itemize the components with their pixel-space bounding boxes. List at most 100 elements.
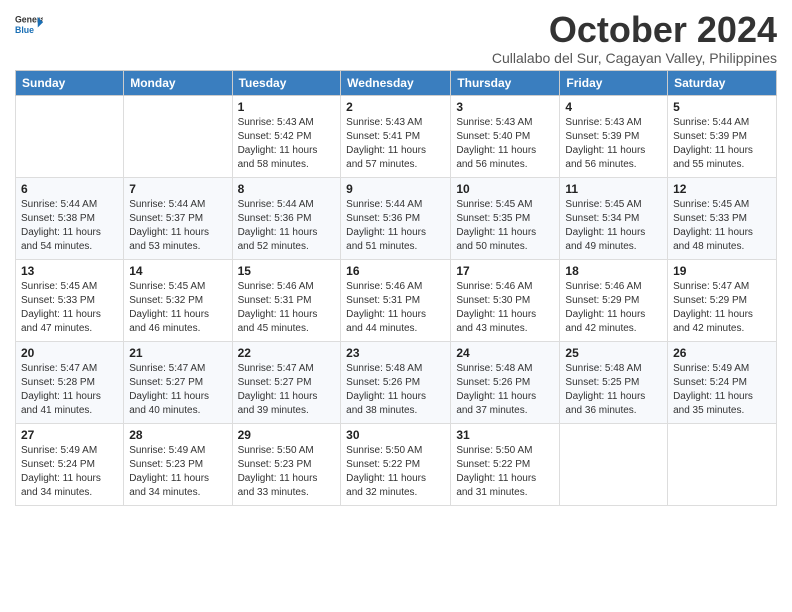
day-cell-2-1: 14 Sunrise: 5:45 AMSunset: 5:32 PMDayligh…: [124, 259, 232, 341]
day-cell-1-3: 9Sunrise: 5:44 AMSunset: 5:36 PMDaylight…: [341, 177, 451, 259]
day-number: 9: [346, 182, 445, 196]
day-number: 4: [565, 100, 662, 114]
day-number: 5: [673, 100, 771, 114]
header-wednesday: Wednesday: [341, 70, 451, 95]
day-info: Sunrise: 5:47 AMSunset: 5:28 PMDaylight:…: [21, 362, 118, 418]
day-number: 11: [565, 182, 662, 196]
day-number: 26: [673, 346, 771, 360]
day-info: Sunrise: 5:45 AMSunset: 5:35 PMDaylight:…: [456, 198, 554, 254]
day-cell-0-3: 2Sunrise: 5:43 AMSunset: 5:41 PMDaylight…: [341, 95, 451, 177]
week-row-0: 1 Sunrise: 5:43 AMSunset: 5:42 PMDaylight…: [16, 95, 777, 177]
page: General Blue October 2024 Cullalabo del …: [0, 0, 792, 612]
calendar-header-row: Sunday Monday Tuesday Wednesday Thursday…: [16, 70, 777, 95]
day-cell-0-5: 4 Sunrise: 5:43 AMSunset: 5:39 PMDaylight…: [560, 95, 668, 177]
day-number: 27: [21, 428, 118, 442]
day-cell-3-6: 26 Sunrise: 5:49 AMSunset: 5:24 PMDayligh…: [668, 341, 777, 423]
day-info: Sunrise: 5:44 AMSunset: 5:39 PMDaylight:…: [673, 116, 771, 172]
week-row-1: 6 Sunrise: 5:44 AMSunset: 5:38 PMDaylight…: [16, 177, 777, 259]
day-cell-3-4: 24 Sunrise: 5:48 AMSunset: 5:26 PMDayligh…: [451, 341, 560, 423]
day-number: 28: [129, 428, 226, 442]
day-info: Sunrise: 5:43 AMSunset: 5:39 PMDaylight:…: [565, 116, 662, 172]
day-info: Sunrise: 5:44 AMSunset: 5:36 PMDaylight:…: [238, 198, 336, 254]
day-number: 3: [456, 100, 554, 114]
day-cell-2-6: 19 Sunrise: 5:47 AMSunset: 5:29 PMDayligh…: [668, 259, 777, 341]
day-info: Sunrise: 5:47 AMSunset: 5:29 PMDaylight:…: [673, 280, 771, 336]
header-thursday: Thursday: [451, 70, 560, 95]
week-row-3: 20 Sunrise: 5:47 AMSunset: 5:28 PMDayligh…: [16, 341, 777, 423]
day-info: Sunrise: 5:48 AMSunset: 5:25 PMDaylight:…: [565, 362, 662, 418]
day-info: Sunrise: 5:46 AMSunset: 5:31 PMDaylight:…: [238, 280, 336, 336]
day-info: Sunrise: 5:50 AMSunset: 5:22 PMDaylight:…: [456, 444, 554, 500]
day-cell-4-3: 30Sunrise: 5:50 AMSunset: 5:22 PMDayligh…: [341, 423, 451, 505]
day-number: 6: [21, 182, 118, 196]
day-info: Sunrise: 5:48 AMSunset: 5:26 PMDaylight:…: [346, 362, 445, 418]
calendar-table: Sunday Monday Tuesday Wednesday Thursday…: [15, 70, 777, 506]
day-cell-2-0: 13 Sunrise: 5:45 AMSunset: 5:33 PMDayligh…: [16, 259, 124, 341]
day-number: 15: [238, 264, 336, 278]
day-number: 18: [565, 264, 662, 278]
day-cell-3-3: 23Sunrise: 5:48 AMSunset: 5:26 PMDayligh…: [341, 341, 451, 423]
day-cell-1-1: 7 Sunrise: 5:44 AMSunset: 5:37 PMDaylight…: [124, 177, 232, 259]
day-number: 10: [456, 182, 554, 196]
day-info: Sunrise: 5:46 AMSunset: 5:29 PMDaylight:…: [565, 280, 662, 336]
header-tuesday: Tuesday: [232, 70, 341, 95]
day-cell-0-1: [124, 95, 232, 177]
header-sunday: Sunday: [16, 70, 124, 95]
day-cell-4-4: 31Sunrise: 5:50 AMSunset: 5:22 PMDayligh…: [451, 423, 560, 505]
day-number: 1: [238, 100, 336, 114]
day-number: 13: [21, 264, 118, 278]
day-cell-3-2: 22Sunrise: 5:47 AMSunset: 5:27 PMDayligh…: [232, 341, 341, 423]
day-info: Sunrise: 5:49 AMSunset: 5:24 PMDaylight:…: [673, 362, 771, 418]
title-section: October 2024 Cullalabo del Sur, Cagayan …: [492, 10, 777, 66]
day-cell-4-6: [668, 423, 777, 505]
day-cell-3-1: 21Sunrise: 5:47 AMSunset: 5:27 PMDayligh…: [124, 341, 232, 423]
day-cell-3-0: 20 Sunrise: 5:47 AMSunset: 5:28 PMDayligh…: [16, 341, 124, 423]
day-info: Sunrise: 5:47 AMSunset: 5:27 PMDaylight:…: [238, 362, 336, 418]
day-number: 24: [456, 346, 554, 360]
day-number: 25: [565, 346, 662, 360]
day-info: Sunrise: 5:45 AMSunset: 5:33 PMDaylight:…: [21, 280, 118, 336]
day-number: 17: [456, 264, 554, 278]
week-row-2: 13 Sunrise: 5:45 AMSunset: 5:33 PMDayligh…: [16, 259, 777, 341]
header-friday: Friday: [560, 70, 668, 95]
day-number: 8: [238, 182, 336, 196]
logo-icon: General Blue: [15, 10, 43, 38]
day-number: 29: [238, 428, 336, 442]
day-info: Sunrise: 5:45 AMSunset: 5:34 PMDaylight:…: [565, 198, 662, 254]
day-number: 20: [21, 346, 118, 360]
day-info: Sunrise: 5:44 AMSunset: 5:38 PMDaylight:…: [21, 198, 118, 254]
day-cell-0-2: 1 Sunrise: 5:43 AMSunset: 5:42 PMDaylight…: [232, 95, 341, 177]
day-info: Sunrise: 5:43 AMSunset: 5:40 PMDaylight:…: [456, 116, 554, 172]
day-info: Sunrise: 5:44 AMSunset: 5:37 PMDaylight:…: [129, 198, 226, 254]
svg-text:Blue: Blue: [15, 25, 34, 35]
day-number: 30: [346, 428, 445, 442]
day-cell-4-1: 28 Sunrise: 5:49 AMSunset: 5:23 PMDayligh…: [124, 423, 232, 505]
day-cell-2-3: 16Sunrise: 5:46 AMSunset: 5:31 PMDayligh…: [341, 259, 451, 341]
day-cell-4-5: [560, 423, 668, 505]
day-cell-1-2: 8 Sunrise: 5:44 AMSunset: 5:36 PMDaylight…: [232, 177, 341, 259]
day-info: Sunrise: 5:45 AMSunset: 5:33 PMDaylight:…: [673, 198, 771, 254]
day-number: 21: [129, 346, 226, 360]
day-cell-0-0: [16, 95, 124, 177]
day-info: Sunrise: 5:48 AMSunset: 5:26 PMDaylight:…: [456, 362, 554, 418]
day-number: 14: [129, 264, 226, 278]
day-cell-2-4: 17 Sunrise: 5:46 AMSunset: 5:30 PMDayligh…: [451, 259, 560, 341]
header: General Blue October 2024 Cullalabo del …: [15, 10, 777, 66]
day-number: 19: [673, 264, 771, 278]
day-info: Sunrise: 5:45 AMSunset: 5:32 PMDaylight:…: [129, 280, 226, 336]
subtitle: Cullalabo del Sur, Cagayan Valley, Phili…: [492, 50, 777, 66]
day-cell-4-2: 29Sunrise: 5:50 AMSunset: 5:23 PMDayligh…: [232, 423, 341, 505]
day-cell-1-6: 12 Sunrise: 5:45 AMSunset: 5:33 PMDayligh…: [668, 177, 777, 259]
day-info: Sunrise: 5:43 AMSunset: 5:42 PMDaylight:…: [238, 116, 336, 172]
day-number: 16: [346, 264, 445, 278]
day-info: Sunrise: 5:46 AMSunset: 5:30 PMDaylight:…: [456, 280, 554, 336]
day-number: 7: [129, 182, 226, 196]
day-info: Sunrise: 5:49 AMSunset: 5:23 PMDaylight:…: [129, 444, 226, 500]
day-info: Sunrise: 5:49 AMSunset: 5:24 PMDaylight:…: [21, 444, 118, 500]
header-saturday: Saturday: [668, 70, 777, 95]
day-number: 12: [673, 182, 771, 196]
day-cell-0-6: 5 Sunrise: 5:44 AMSunset: 5:39 PMDaylight…: [668, 95, 777, 177]
day-cell-3-5: 25 Sunrise: 5:48 AMSunset: 5:25 PMDayligh…: [560, 341, 668, 423]
day-cell-0-4: 3 Sunrise: 5:43 AMSunset: 5:40 PMDaylight…: [451, 95, 560, 177]
logo: General Blue: [15, 10, 43, 38]
